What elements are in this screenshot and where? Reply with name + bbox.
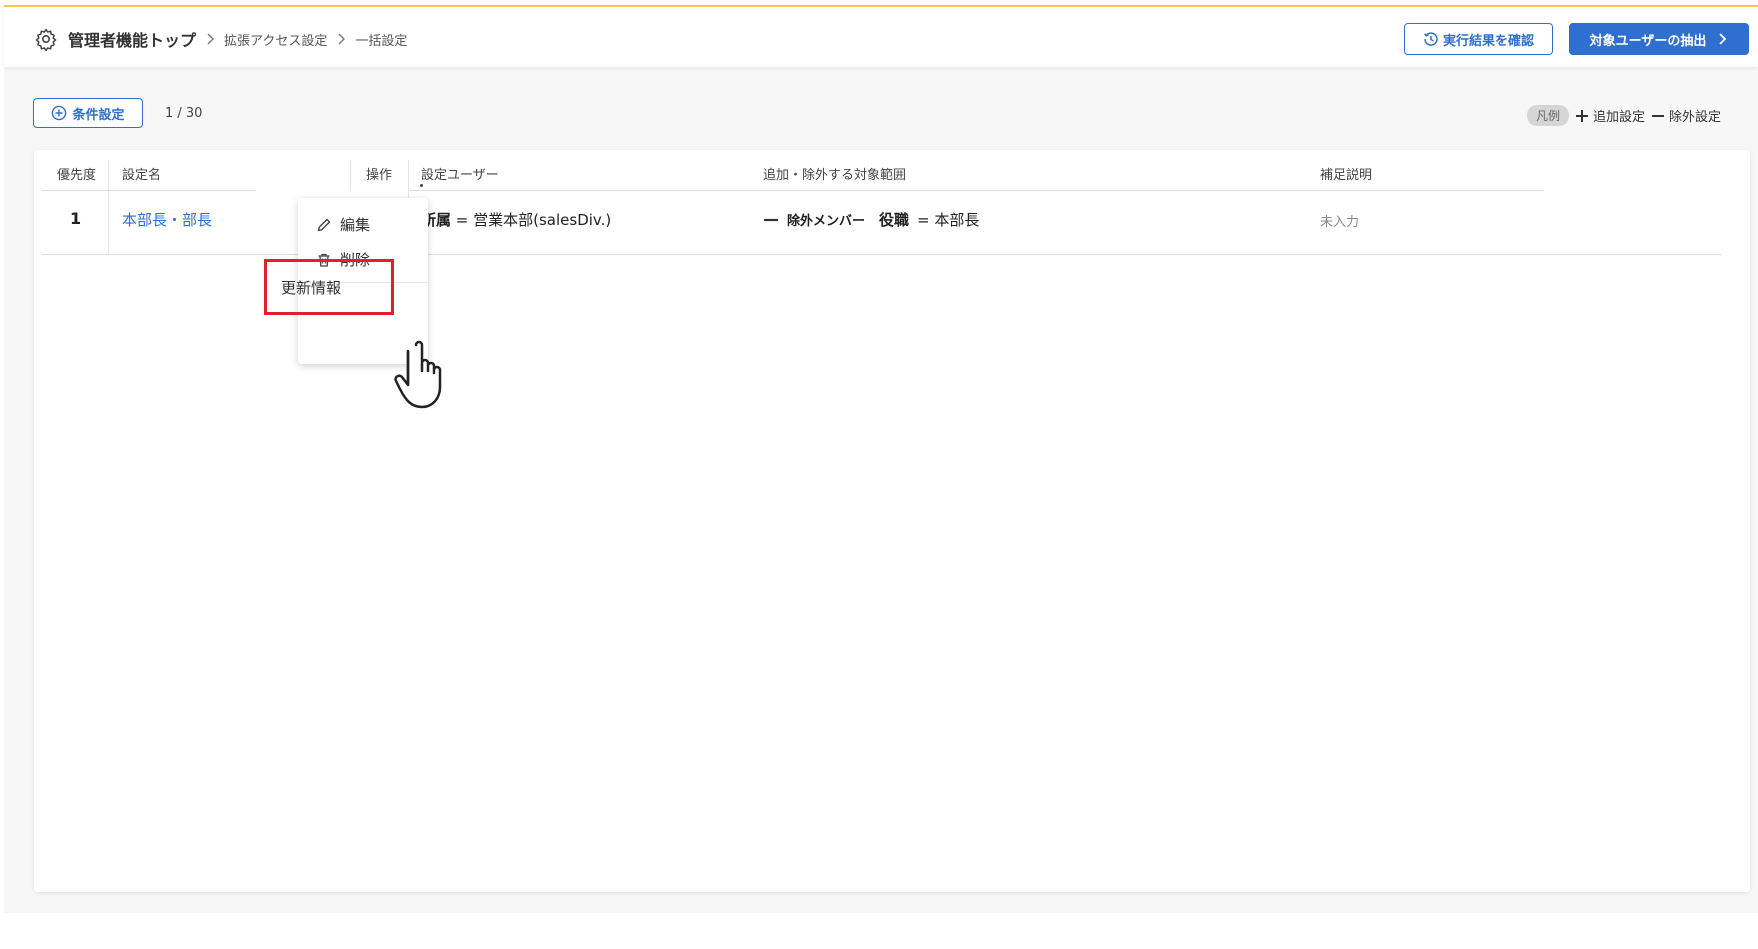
gear-icon (35, 28, 57, 51)
plus-circle-icon (52, 105, 67, 121)
minus-icon (764, 218, 778, 221)
legend: 凡例 追加設定 除外設定 (1527, 105, 1721, 126)
condition-setting-label: 条件設定 (72, 107, 125, 123)
header-bar: 管理者機能トップ 拡張アクセス設定 一括設定 実行結果を確認 対象ユーザーの抽出 (4, 7, 1758, 67)
plus-icon (1576, 109, 1589, 122)
header-divider (409, 190, 1544, 191)
header-note: 補足説明 (1320, 168, 1373, 183)
row-name-link[interactable]: 本部長・部長 (122, 209, 212, 230)
row-scope-value: = 本部長 (917, 211, 980, 229)
chevron-right-icon (1719, 33, 1727, 45)
breadcrumb-level3: 一括設定 (355, 33, 408, 49)
operation-menu-handle[interactable] (420, 184, 423, 187)
row-note: 未入力 (1320, 215, 1360, 230)
minus-icon (1652, 114, 1665, 117)
extract-users-button[interactable]: 対象ユーザーの抽出 (1569, 23, 1749, 55)
header-scope: 追加・除外する対象範囲 (763, 168, 907, 183)
row-scope-key: 役職 (879, 211, 910, 229)
row-users: 所属 = 営業本部(salesDiv.) (421, 209, 611, 230)
setting-count: 1 / 30 (165, 106, 203, 121)
breadcrumb-level2[interactable]: 拡張アクセス設定 (224, 30, 327, 49)
history-icon (1423, 32, 1438, 46)
pencil-icon (317, 218, 331, 231)
header-priority: 優先度 (57, 168, 97, 183)
breadcrumb-root[interactable]: 管理者機能トップ (68, 27, 196, 51)
app-frame: 管理者機能トップ 拡張アクセス設定 一括設定 実行結果を確認 対象ユーザーの抽出… (4, 5, 1758, 913)
legend-add: 追加設定 (1575, 106, 1645, 125)
breadcrumb: 管理者機能トップ 拡張アクセス設定 一括設定 (34, 27, 407, 51)
extract-users-label: 対象ユーザーの抽出 (1589, 33, 1707, 49)
hand-cursor-icon (394, 340, 442, 409)
row-users-value: = 営業本部(salesDiv.) (455, 211, 612, 229)
menu-item-edit[interactable]: 編集 (316, 214, 370, 235)
column-divider (108, 160, 109, 254)
legend-add-label: 追加設定 (1593, 110, 1646, 125)
condition-setting-button[interactable]: 条件設定 (33, 98, 143, 128)
row-divider (42, 254, 1722, 255)
check-result-label: 実行結果を確認 (1442, 33, 1534, 49)
header-users: 設定ユーザー (421, 168, 499, 183)
header-operation: 操作 (366, 168, 393, 183)
menu-item-edit-label: 編集 (340, 216, 371, 234)
legend-exclude-label: 除外設定 (1669, 110, 1722, 125)
chevron-right-icon (207, 33, 215, 45)
row-scope-type: 除外メンバー (787, 214, 866, 229)
row-scope: 除外メンバー 役職 = 本部長 (763, 209, 979, 230)
legend-badge: 凡例 (1527, 105, 1570, 126)
header-name: 設定名 (122, 168, 162, 183)
column-divider (350, 160, 351, 190)
check-result-button[interactable]: 実行結果を確認 (1404, 23, 1553, 55)
legend-exclude: 除外設定 (1651, 106, 1721, 125)
row-priority: 1 (70, 209, 82, 228)
header-divider (42, 190, 256, 191)
menu-item-update-info[interactable]: 更新情報 (264, 259, 394, 315)
chevron-right-icon (338, 33, 346, 45)
